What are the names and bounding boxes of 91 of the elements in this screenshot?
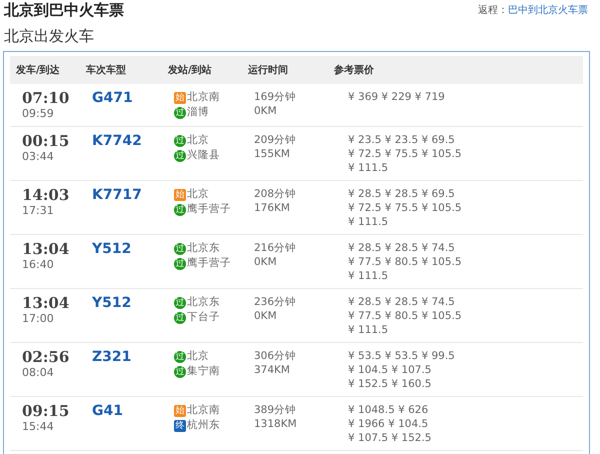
ticket-price-line: ¥ 23.5 ¥ 23.5 ¥ 69.5	[347, 133, 456, 147]
station-name: 鹰手营子	[187, 202, 231, 217]
ticket-price-line: ¥ 28.5 ¥ 28.5 ¥ 74.5	[347, 295, 456, 309]
column-header: 发站/到站	[168, 64, 213, 77]
ticket-price-line: ¥ 1048.5 ¥ 626	[347, 403, 430, 417]
station-badge: 过	[174, 204, 186, 216]
travel-duration: 169分钟	[254, 90, 298, 104]
station-badge: 始	[174, 404, 186, 416]
ticket-price-line: ¥ 77.5 ¥ 80.5 ¥ 105.5	[347, 255, 463, 269]
travel-duration: 306分钟	[254, 349, 298, 363]
travel-distance: 176KM	[254, 201, 291, 215]
travel-duration: 236分钟	[254, 295, 298, 309]
station-badge: 过	[174, 350, 186, 362]
station-name: 下台子	[187, 310, 220, 325]
arrival-time: 09:59	[22, 107, 55, 121]
return-trip-label: 返程：	[478, 5, 508, 16]
station-name: 鹰手营子	[187, 256, 231, 271]
station-badge: 过	[174, 134, 186, 146]
arrival-time: 03:44	[22, 150, 55, 164]
arrival-time: 08:04	[22, 366, 55, 380]
departure-time: 13:04	[22, 295, 70, 312]
station-badge: 过	[174, 258, 186, 270]
ticket-price-line: ¥ 72.5 ¥ 75.5 ¥ 105.5	[347, 147, 463, 161]
train-number-link[interactable]: G41	[92, 403, 123, 419]
train-number-link[interactable]: Y512	[92, 295, 132, 311]
travel-distance: 374KM	[254, 363, 291, 377]
ticket-price-line: ¥ 107.5 ¥ 152.5	[347, 431, 432, 445]
ticket-price-line: ¥ 77.5 ¥ 80.5 ¥ 105.5	[347, 309, 463, 323]
travel-duration: 208分钟	[254, 187, 298, 201]
arrival-time: 17:00	[22, 312, 55, 326]
ticket-price-line: ¥ 28.5 ¥ 28.5 ¥ 74.5	[347, 241, 456, 255]
column-header: 运行时间	[248, 64, 289, 77]
train-number-link[interactable]: Y512	[92, 241, 132, 257]
station-name: 北京东	[187, 241, 220, 256]
travel-distance: 1318KM	[254, 417, 298, 431]
travel-distance: 155KM	[254, 147, 291, 161]
station-name: 北京南	[187, 403, 220, 418]
ticket-price-line: ¥ 1966 ¥ 104.5	[347, 417, 430, 431]
ticket-price-line: ¥ 104.5 ¥ 107.5	[347, 363, 432, 377]
station-name: 杭州东	[187, 418, 220, 433]
ticket-price-line: ¥ 28.5 ¥ 28.5 ¥ 69.5	[347, 187, 456, 201]
train-number-link[interactable]: K7717	[92, 187, 142, 203]
station-badge: 过	[174, 366, 186, 378]
arrival-time: 15:44	[22, 420, 55, 434]
station-name: 北京东	[187, 295, 220, 310]
train-number-link[interactable]: Z321	[92, 349, 132, 365]
ticket-price-line: ¥ 369 ¥ 229 ¥ 719	[347, 90, 446, 104]
travel-distance: 0KM	[254, 255, 278, 269]
column-header: 车次车型	[86, 63, 127, 77]
station-badge: 过	[174, 150, 186, 162]
column-header: 参考票价	[334, 64, 375, 77]
train-number-link[interactable]: G471	[92, 90, 133, 106]
arrival-time: 16:40	[22, 258, 55, 272]
departure-time: 14:03	[22, 187, 70, 204]
station-badge: 终	[174, 420, 186, 432]
departure-time: 07:10	[22, 90, 70, 107]
station-badge: 过	[174, 312, 186, 324]
arrival-time: 17:31	[22, 204, 55, 218]
ticket-price-line: ¥ 111.5	[347, 269, 390, 283]
station-name: 北京南	[187, 90, 220, 105]
station-name: 淄博	[187, 105, 209, 120]
page-title: 北京到巴中火车票	[4, 0, 124, 20]
station-badge: 过	[174, 296, 186, 308]
station-name: 北京	[187, 187, 209, 202]
departure-time: 09:15	[22, 403, 70, 420]
travel-distance: 0KM	[254, 309, 278, 323]
column-header: 发车/到达	[16, 63, 61, 77]
station-badge: 过	[174, 106, 186, 118]
travel-duration: 216分钟	[254, 241, 298, 255]
travel-duration: 209分钟	[254, 133, 298, 147]
station-name: 兴隆县	[187, 148, 220, 163]
station-name: 北京	[187, 349, 209, 364]
ticket-price-line: ¥ 53.5 ¥ 53.5 ¥ 99.5	[347, 349, 456, 363]
section-title: 北京出发火车	[3, 26, 95, 47]
ticket-price-line: ¥ 111.5	[347, 323, 390, 337]
departure-time: 13:04	[22, 241, 70, 258]
station-badge: 过	[174, 242, 186, 254]
station-badge: 始	[174, 92, 186, 104]
station-name: 北京	[187, 133, 209, 148]
travel-distance: 0KM	[254, 104, 278, 118]
departure-time: 00:15	[22, 133, 70, 150]
departure-time: 02:56	[22, 349, 70, 366]
ticket-price-line: ¥ 111.5	[347, 161, 390, 175]
ticket-price-line: ¥ 152.5 ¥ 160.5	[347, 377, 432, 391]
train-number-link[interactable]: K7742	[92, 133, 142, 149]
return-trip-link[interactable]: 巴中到北京火车票	[508, 5, 588, 16]
station-name: 集宁南	[187, 364, 220, 379]
ticket-price-line: ¥ 111.5	[347, 215, 390, 229]
station-badge: 始	[174, 188, 186, 200]
travel-duration: 389分钟	[254, 403, 298, 417]
ticket-price-line: ¥ 72.5 ¥ 75.5 ¥ 105.5	[347, 201, 463, 215]
